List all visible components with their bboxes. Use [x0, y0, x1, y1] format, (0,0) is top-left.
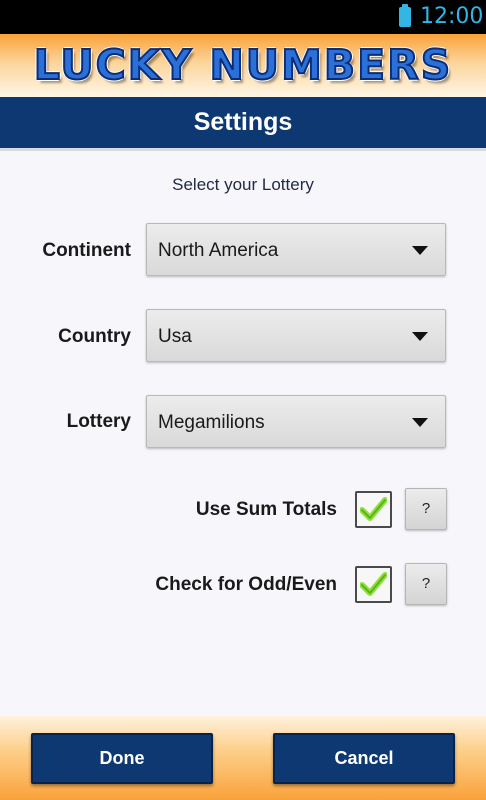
lottery-selection-subtitle: Select your Lottery: [172, 175, 314, 194]
lottery-dropdown[interactable]: Megamilions: [146, 395, 446, 448]
title-bar: Settings: [0, 97, 486, 151]
country-selected-value: Usa: [158, 326, 192, 347]
checkmark-icon: [360, 497, 387, 521]
country-dropdown[interactable]: Usa: [146, 309, 446, 362]
status-bar: 12:00: [0, 0, 486, 34]
odd-even-checkbox[interactable]: [355, 566, 392, 603]
sum-totals-checkbox[interactable]: [355, 491, 392, 528]
status-clock: 12:00: [420, 4, 484, 29]
app-logo: LUCKY NUMBERS: [33, 40, 453, 90]
checkmark-icon: [360, 572, 387, 596]
continent-selected-value: North America: [158, 240, 279, 261]
done-button[interactable]: Done: [31, 733, 213, 784]
dropdown-arrow-icon: [412, 332, 428, 341]
dropdown-arrow-icon: [412, 418, 428, 427]
sum-totals-label: Use Sum Totals: [195, 499, 337, 520]
country-label: Country: [58, 326, 131, 347]
continent-label: Continent: [42, 240, 131, 261]
app-banner: LUCKY NUMBERS: [0, 34, 486, 97]
lottery-label: Lottery: [66, 411, 131, 432]
odd-even-label: Check for Odd/Even: [155, 574, 337, 595]
odd-even-help-button[interactable]: ?: [405, 563, 447, 605]
dropdown-arrow-icon: [412, 246, 428, 255]
continent-dropdown[interactable]: North America: [146, 223, 446, 276]
lottery-selected-value: Megamilions: [158, 412, 265, 433]
page-title: Settings: [193, 108, 293, 136]
cancel-button[interactable]: Cancel: [273, 733, 455, 784]
sum-totals-help-button[interactable]: ?: [405, 488, 447, 530]
battery-icon: [399, 4, 411, 27]
